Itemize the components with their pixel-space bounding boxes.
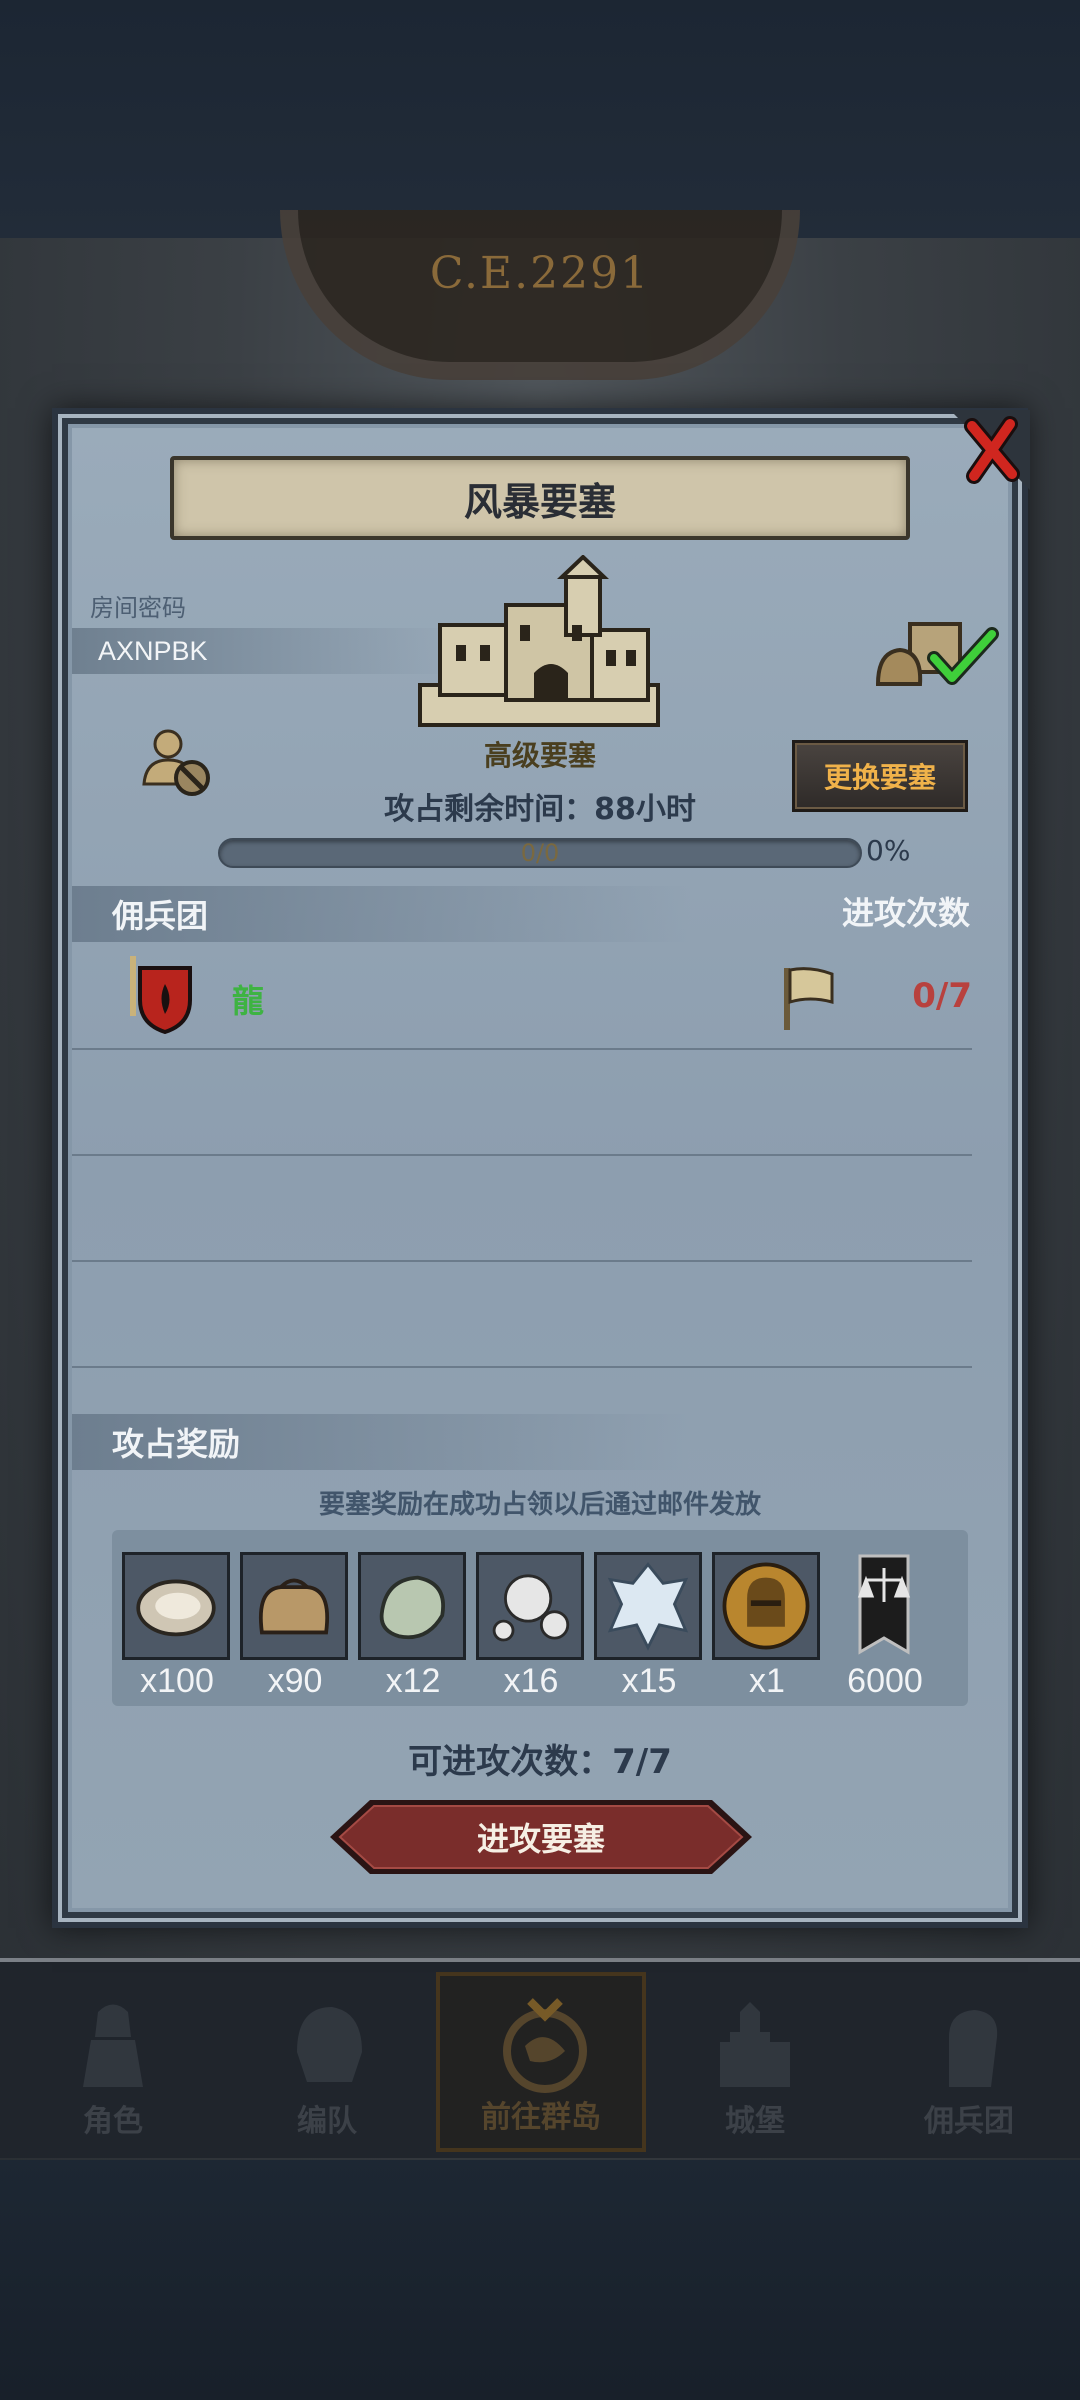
nav-item-mercenary[interactable]: 佣兵团	[864, 1972, 1074, 2152]
mercenary-name: 龍	[232, 982, 265, 1020]
top-letterbox	[0, 0, 1080, 238]
knight-icon	[83, 2004, 143, 2087]
reward-pearls[interactable]	[476, 1552, 584, 1660]
knight-helmet-medal-icon	[715, 1555, 817, 1657]
helmet-icon	[297, 2007, 362, 2082]
sack-icon	[243, 1555, 345, 1657]
reward-oyster[interactable]	[122, 1552, 230, 1660]
mercenary-section-header: 佣兵团	[72, 886, 692, 942]
attack-fortress-button[interactable]: 进攻要塞	[326, 1796, 756, 1878]
nav-item-castle[interactable]: 城堡	[650, 1972, 860, 2152]
globe-icon	[503, 1998, 587, 2093]
fortress-castle-icon	[418, 555, 660, 727]
jade-stone-icon	[361, 1555, 463, 1657]
bottom-navbar: 角色 编队 前往群岛 城堡 佣兵团	[0, 1958, 1080, 2158]
nav-item-formation[interactable]: 编队	[222, 1972, 432, 2152]
mercenary-attack-count: 0/7	[912, 976, 972, 1016]
ice-crystal-icon	[597, 1555, 699, 1657]
mercenary-emblem-icon	[130, 956, 192, 1034]
nav-item-islands[interactable]: 前往群岛	[436, 1972, 646, 2152]
available-attacks: 可进攻次数：7/7	[0, 1734, 1080, 1783]
fist-icon	[949, 2010, 998, 2087]
reward-ice-crystal[interactable]	[594, 1552, 702, 1660]
capture-progress-text: 0/0	[520, 839, 560, 867]
close-icon[interactable]	[950, 410, 1030, 490]
time-remaining-unit: 小时	[635, 792, 696, 827]
capture-progress-bar: 0/0	[218, 838, 862, 868]
pearls-icon	[479, 1555, 581, 1657]
mercenary-row[interactable]: 龍 0/7	[72, 940, 972, 1050]
nav-item-character[interactable]: 角色	[8, 1972, 218, 2152]
room-code-label: 房间密码	[90, 594, 186, 622]
flag-icon	[784, 967, 834, 1030]
supply-claimed-icon[interactable]	[874, 614, 1000, 694]
room-code-value: AXNPBK	[72, 628, 452, 674]
available-attacks-value: 7/7	[612, 1742, 672, 1782]
empty-mercenary-slot	[72, 1050, 972, 1156]
reward-qty: 6000	[847, 1662, 923, 1700]
castle-icon	[720, 2002, 790, 2087]
reward-honor[interactable]	[830, 1552, 938, 1660]
reward-jade-stone[interactable]	[358, 1552, 466, 1660]
time-remaining: 攻占剩余时间：88小时	[0, 784, 1080, 828]
dialog-title: 风暴要塞	[170, 456, 910, 540]
empty-mercenary-slot	[72, 1262, 972, 1368]
year-label: C.E.2291	[429, 248, 651, 299]
time-remaining-value: 88	[594, 792, 636, 827]
rewards-section-header: 攻占奖励	[72, 1414, 692, 1470]
rewards-note: 要塞奖励在成功占领以后通过邮件发放	[318, 1490, 761, 1520]
capture-progress-percent: 0%	[866, 834, 911, 867]
attack-count-header: 进攻次数	[841, 894, 970, 932]
reward-sack[interactable]	[240, 1552, 348, 1660]
oyster-icon	[125, 1555, 227, 1657]
available-attacks-label: 可进攻次数：	[408, 1742, 613, 1782]
attack-fortress-label: 进攻要塞	[476, 1820, 605, 1858]
time-remaining-label: 攻占剩余时间：	[384, 792, 595, 827]
scales-banner-icon	[857, 1554, 911, 1655]
reward-knight-medal[interactable]	[712, 1552, 820, 1660]
bottom-letterbox	[0, 2160, 1080, 2400]
empty-mercenary-slot	[72, 1156, 972, 1262]
